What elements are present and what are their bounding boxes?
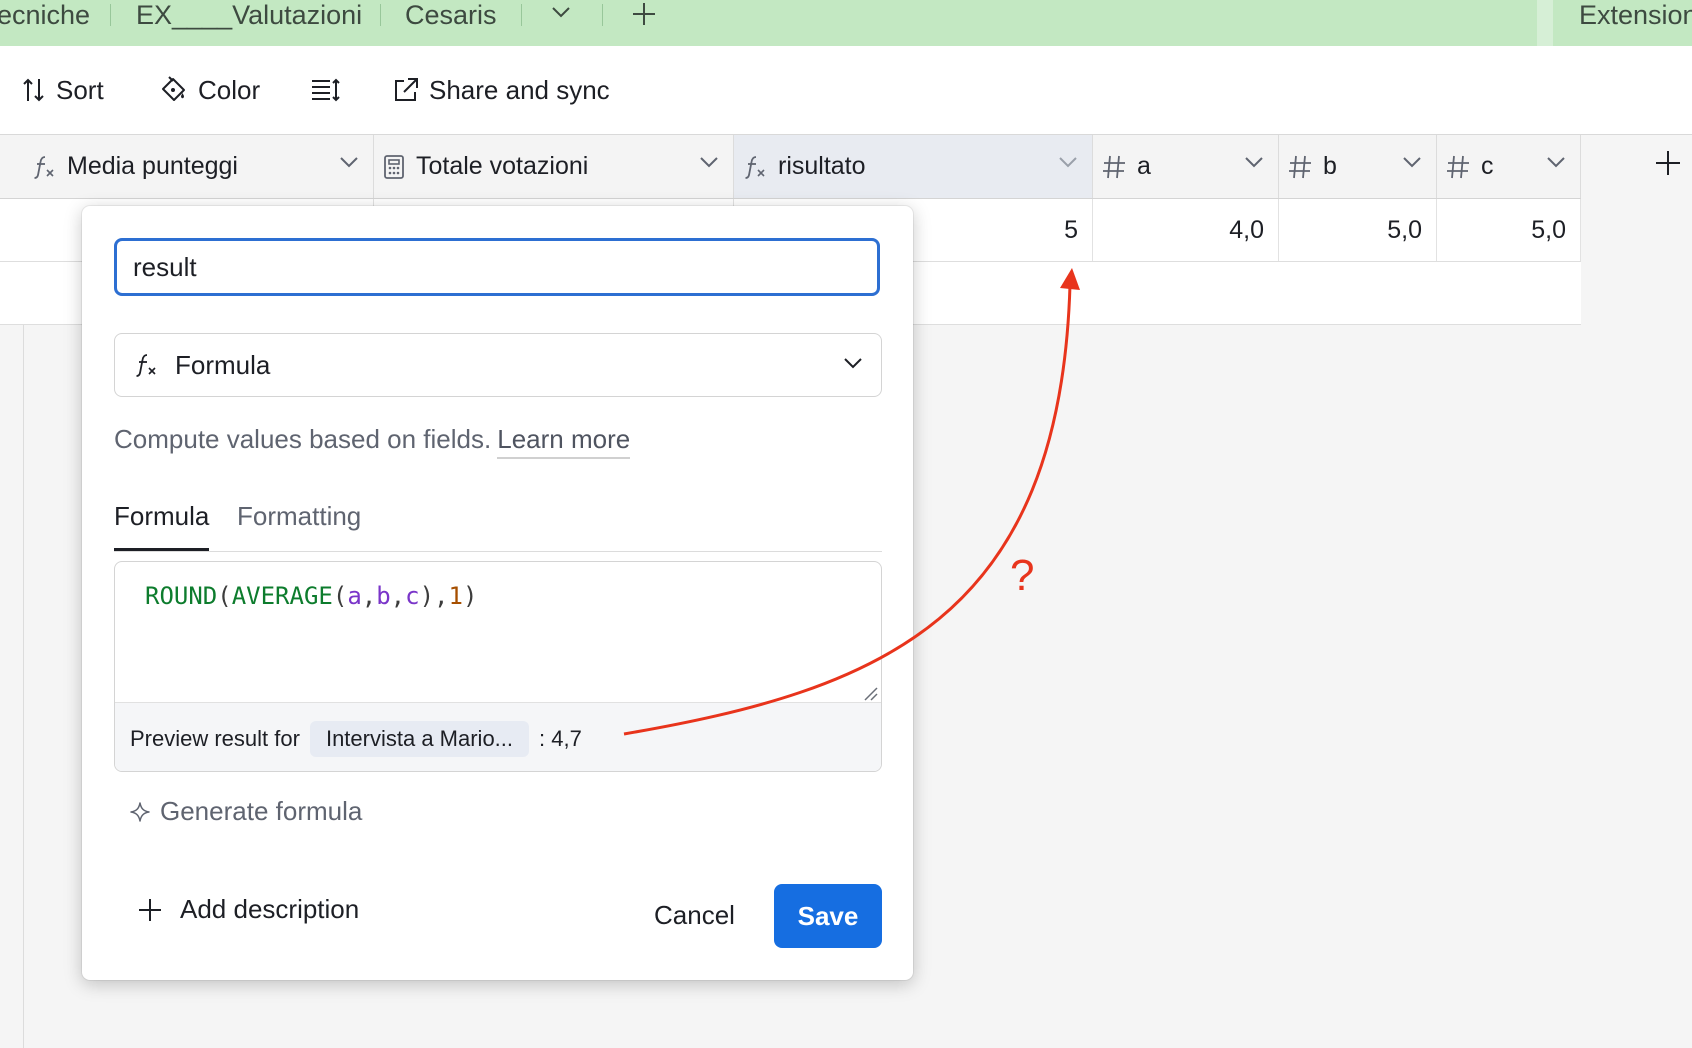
add-description-button[interactable]: Add description <box>138 894 359 925</box>
tab-separator <box>110 4 111 26</box>
chevron-down-icon <box>843 356 863 370</box>
color-button[interactable]: Color <box>158 70 260 110</box>
add-description-label: Add description <box>180 894 360 924</box>
chevron-down-icon[interactable] <box>339 155 359 169</box>
sort-label: Sort <box>56 74 104 105</box>
cancel-button[interactable]: Cancel <box>642 886 747 944</box>
save-button[interactable]: Save <box>774 884 882 948</box>
chevron-down-icon[interactable] <box>1546 155 1566 169</box>
formula-token: ( <box>217 582 232 610</box>
formula-token: , <box>434 582 449 610</box>
formula-token: 1 <box>448 582 463 610</box>
chevron-down-icon[interactable] <box>699 155 719 169</box>
formula-icon <box>133 352 159 378</box>
column-label: b <box>1323 152 1337 180</box>
share-and-sync-button[interactable]: Share and sync <box>393 70 610 110</box>
formula-token: AVERAGE <box>231 582 333 610</box>
generate-formula-button[interactable]: Generate formula <box>130 796 362 827</box>
column-header-media-punteggi[interactable]: Media punteggi <box>23 135 374 198</box>
add-field-plus-icon[interactable] <box>1655 150 1681 176</box>
annotation-question-mark: ? <box>1010 551 1034 600</box>
formula-token: b <box>376 582 391 610</box>
formula-token: , <box>361 582 377 610</box>
formula-preview: Preview result for Intervista a Mario...… <box>115 702 881 771</box>
column-header-b[interactable]: b <box>1279 135 1437 198</box>
preview-record-chip[interactable]: Intervista a Mario... <box>309 720 530 757</box>
share-and-sync-label: Share and sync <box>429 74 610 105</box>
column-header-a[interactable]: a <box>1093 135 1279 198</box>
formula-token: a <box>347 582 362 610</box>
more-tables-chevron-icon[interactable] <box>551 5 571 19</box>
tab-separator <box>521 4 522 26</box>
grid-header: Media punteggi Totale votazioni risultat… <box>0 135 1581 199</box>
number-icon <box>1445 154 1471 180</box>
field-type-label: Formula <box>175 349 271 380</box>
editor-tabs: Formula Formatting <box>114 496 882 552</box>
chevron-down-icon[interactable] <box>1058 155 1078 169</box>
formula-code: ROUND(AVERAGE(a,b,c),1) <box>145 582 477 610</box>
formula-token: ) <box>462 582 478 610</box>
number-icon <box>1287 154 1313 180</box>
column-header-risultato[interactable]: risultato <box>734 135 1093 198</box>
view-toolbar: Sort Color Share and sync <box>0 46 1692 135</box>
tab-cesaris[interactable]: Cesaris <box>405 0 497 32</box>
plus-icon <box>138 898 162 922</box>
number-icon <box>1101 154 1127 180</box>
tab-formatting[interactable]: Formatting <box>237 496 361 551</box>
preview-label: Preview result for <box>130 725 300 751</box>
field-type-select[interactable]: Formula <box>114 333 882 397</box>
sort-button[interactable]: Sort <box>22 70 104 110</box>
tab-separator <box>380 4 381 26</box>
column-label: Media punteggi <box>67 152 238 180</box>
resize-handle-icon[interactable] <box>863 686 879 702</box>
chevron-down-icon[interactable] <box>1402 155 1422 169</box>
color-label: Color <box>198 74 261 105</box>
column-label: c <box>1481 152 1494 180</box>
row-height-button[interactable] <box>311 70 341 110</box>
column-label: risultato <box>778 152 866 180</box>
formula-token: ( <box>332 582 348 610</box>
cell-c[interactable]: 5,0 <box>1437 199 1581 261</box>
field-editor-popover: Formula Compute values based on fields.L… <box>82 206 913 980</box>
calculator-icon <box>382 154 406 180</box>
share-external-icon <box>393 77 419 103</box>
sparkle-icon <box>130 801 150 822</box>
cell-b[interactable]: 5,0 <box>1279 199 1437 261</box>
column-header-c[interactable]: c <box>1437 135 1581 198</box>
formula-token: ) <box>419 582 435 610</box>
row-height-icon <box>311 77 341 103</box>
table-tabs-bar: ecniche EX____Valutazioni Cesaris Extens… <box>0 0 1692 47</box>
tab-valutazioni[interactable]: EX____Valutazioni <box>136 0 362 32</box>
extensions-button[interactable]: Extension <box>1579 0 1692 32</box>
add-table-plus-icon[interactable] <box>632 2 656 26</box>
formula-icon <box>742 154 768 180</box>
formula-icon <box>31 154 57 180</box>
column-label: Totale votazioni <box>416 152 589 180</box>
generate-formula-label: Generate formula <box>160 796 363 826</box>
learn-more-link[interactable]: Learn more <box>497 424 631 459</box>
field-name-input[interactable] <box>114 238 880 296</box>
formula-token: ROUND <box>145 582 218 610</box>
field-type-description: Compute values based on fields. <box>114 424 492 454</box>
tab-ecniche[interactable]: ecniche <box>0 0 90 32</box>
cell-a[interactable]: 4,0 <box>1093 199 1279 261</box>
paint-bucket-icon <box>158 75 188 105</box>
column-header-totale-votazioni[interactable]: Totale votazioni <box>374 135 734 198</box>
tab-formula[interactable]: Formula <box>114 496 210 551</box>
extensions-divider <box>1537 0 1553 46</box>
formula-token: , <box>390 582 406 610</box>
chevron-down-icon[interactable] <box>1244 155 1264 169</box>
formula-editor[interactable]: ROUND(AVERAGE(a,b,c),1) Preview result f… <box>114 561 882 772</box>
column-label: a <box>1137 152 1151 180</box>
tab-separator <box>602 4 603 26</box>
preview-value: : 4,7 <box>539 725 582 751</box>
field-type-help: Compute values based on fields. Learn mor… <box>114 424 631 459</box>
sort-icon <box>22 77 46 103</box>
formula-token: c <box>405 582 420 610</box>
